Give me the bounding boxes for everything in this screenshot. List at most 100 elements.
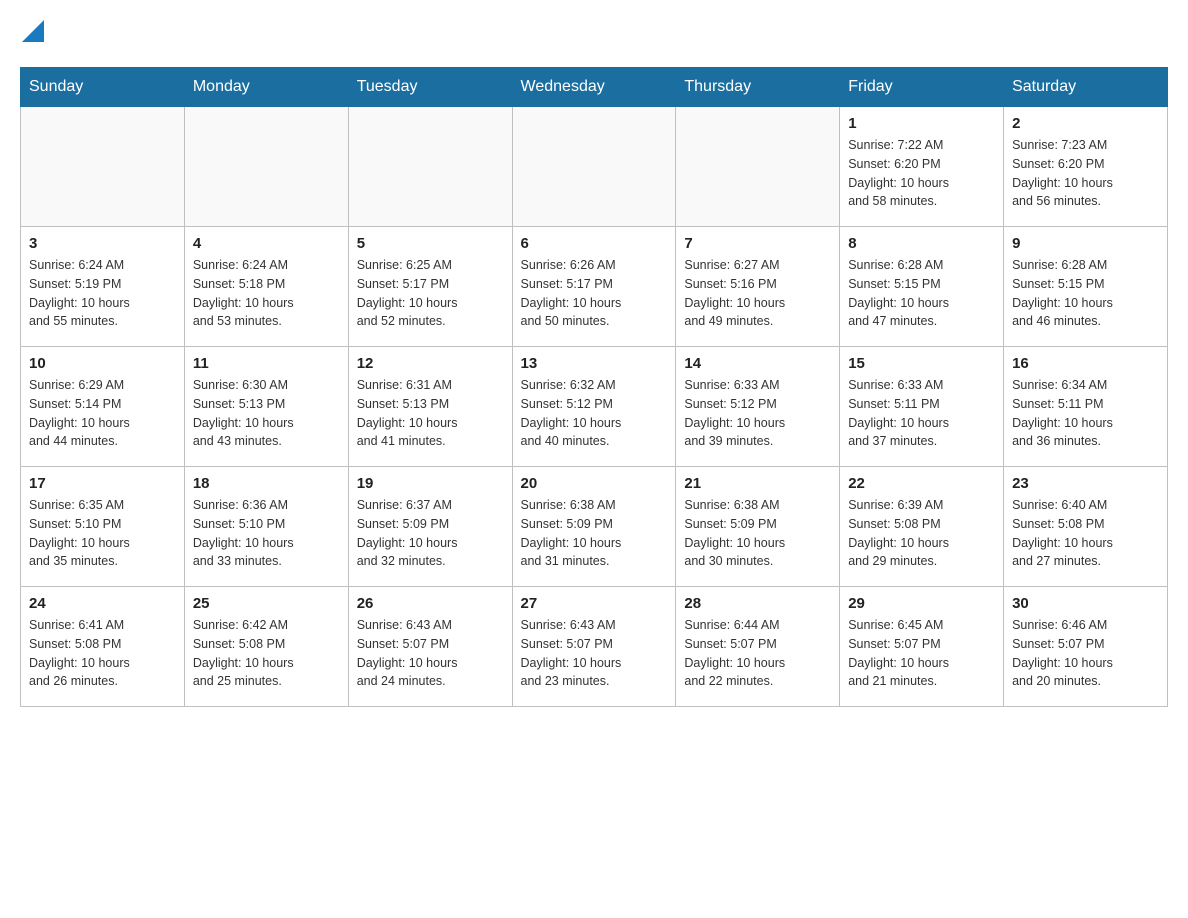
calendar-week-row: 3Sunrise: 6:24 AM Sunset: 5:19 PM Daylig…: [21, 227, 1168, 347]
day-number: 18: [193, 475, 340, 492]
calendar-cell: 19 Sunrise: 6:37 AM Sunset: 5:09 PM Dayli…: [348, 467, 512, 587]
logo: [20, 20, 46, 47]
day-number: 29: [848, 595, 995, 612]
header-friday: Friday: [840, 68, 1004, 107]
day-number: 7: [684, 235, 831, 252]
day-info: Sunrise: 6:30 AM Sunset: 5:13 PM Dayligh…: [193, 376, 340, 451]
day-info: Sunrise: 6:41 AM Sunset: 5:08 PM Dayligh…: [29, 616, 176, 691]
day-number: 27: [521, 595, 668, 612]
day-info: Sunrise: 6:33 AM Sunset: 5:12 PM Dayligh…: [684, 376, 831, 451]
day-number: 8: [848, 235, 995, 252]
calendar-cell: 18 Sunrise: 6:36 AM Sunset: 5:10 PM Dayli…: [184, 467, 348, 587]
day-number: 9: [1012, 235, 1159, 252]
calendar-cell: 11 Sunrise: 6:30 AM Sunset: 5:13 PM Dayli…: [184, 347, 348, 467]
calendar-cell: [184, 107, 348, 227]
day-number: 28: [684, 595, 831, 612]
day-number: 21: [684, 475, 831, 492]
calendar-cell: [21, 107, 185, 227]
day-info: Sunrise: 6:29 AM Sunset: 5:14 PM Dayligh…: [29, 376, 176, 451]
day-number: 26: [357, 595, 504, 612]
calendar-cell: 7 Sunrise: 6:27 AM Sunset: 5:16 PM Daylig…: [676, 227, 840, 347]
calendar-cell: 4 Sunrise: 6:24 AM Sunset: 5:18 PM Daylig…: [184, 227, 348, 347]
day-number: 14: [684, 355, 831, 372]
calendar-table: Sunday Monday Tuesday Wednesday Thursday…: [20, 67, 1168, 707]
day-info: Sunrise: 6:25 AM Sunset: 5:17 PM Dayligh…: [357, 256, 504, 331]
day-info: Sunrise: 6:33 AM Sunset: 5:11 PM Dayligh…: [848, 376, 995, 451]
day-number: 3: [29, 235, 176, 252]
day-info: Sunrise: 6:32 AM Sunset: 5:12 PM Dayligh…: [521, 376, 668, 451]
day-number: 15: [848, 355, 995, 372]
calendar-cell: 26 Sunrise: 6:43 AM Sunset: 5:07 PM Dayli…: [348, 587, 512, 707]
calendar-cell: 27 Sunrise: 6:43 AM Sunset: 5:07 PM Dayli…: [512, 587, 676, 707]
day-info: Sunrise: 6:27 AM Sunset: 5:16 PM Dayligh…: [684, 256, 831, 331]
day-info: Sunrise: 6:38 AM Sunset: 5:09 PM Dayligh…: [684, 496, 831, 571]
day-info: Sunrise: 6:28 AM Sunset: 5:15 PM Dayligh…: [848, 256, 995, 331]
day-info: Sunrise: 6:28 AM Sunset: 5:15 PM Dayligh…: [1012, 256, 1159, 331]
day-number: 2: [1012, 115, 1159, 132]
day-info: Sunrise: 6:38 AM Sunset: 5:09 PM Dayligh…: [521, 496, 668, 571]
header-wednesday: Wednesday: [512, 68, 676, 107]
day-info: Sunrise: 6:36 AM Sunset: 5:10 PM Dayligh…: [193, 496, 340, 571]
day-number: 17: [29, 475, 176, 492]
day-info: Sunrise: 6:26 AM Sunset: 5:17 PM Dayligh…: [521, 256, 668, 331]
calendar-header-row: Sunday Monday Tuesday Wednesday Thursday…: [21, 68, 1168, 107]
day-info: Sunrise: 6:44 AM Sunset: 5:07 PM Dayligh…: [684, 616, 831, 691]
day-number: 24: [29, 595, 176, 612]
day-info: Sunrise: 6:34 AM Sunset: 5:11 PM Dayligh…: [1012, 376, 1159, 451]
day-number: 5: [357, 235, 504, 252]
calendar-cell: 9 Sunrise: 6:28 AM Sunset: 5:15 PM Daylig…: [1004, 227, 1168, 347]
calendar-cell: 29 Sunrise: 6:45 AM Sunset: 5:07 PM Dayli…: [840, 587, 1004, 707]
day-number: 4: [193, 235, 340, 252]
day-info: Sunrise: 6:42 AM Sunset: 5:08 PM Dayligh…: [193, 616, 340, 691]
calendar-week-row: 10 Sunrise: 6:29 AM Sunset: 5:14 PM Dayli…: [21, 347, 1168, 467]
calendar-cell: 21 Sunrise: 6:38 AM Sunset: 5:09 PM Dayli…: [676, 467, 840, 587]
header-monday: Monday: [184, 68, 348, 107]
day-number: 10: [29, 355, 176, 372]
day-number: 19: [357, 475, 504, 492]
day-number: 23: [1012, 475, 1159, 492]
day-number: 6: [521, 235, 668, 252]
day-info: Sunrise: 6:46 AM Sunset: 5:07 PM Dayligh…: [1012, 616, 1159, 691]
calendar-cell: [348, 107, 512, 227]
calendar-cell: 17 Sunrise: 6:35 AM Sunset: 5:10 PM Dayli…: [21, 467, 185, 587]
day-number: 20: [521, 475, 668, 492]
day-info: Sunrise: 6:43 AM Sunset: 5:07 PM Dayligh…: [521, 616, 668, 691]
day-number: 30: [1012, 595, 1159, 612]
day-info: Sunrise: 6:39 AM Sunset: 5:08 PM Dayligh…: [848, 496, 995, 571]
calendar-cell: 8 Sunrise: 6:28 AM Sunset: 5:15 PM Daylig…: [840, 227, 1004, 347]
day-number: 22: [848, 475, 995, 492]
day-info: Sunrise: 6:24 AM Sunset: 5:18 PM Dayligh…: [193, 256, 340, 331]
header-sunday: Sunday: [21, 68, 185, 107]
calendar-cell: 5 Sunrise: 6:25 AM Sunset: 5:17 PM Daylig…: [348, 227, 512, 347]
calendar-cell: 24 Sunrise: 6:41 AM Sunset: 5:08 PM Dayli…: [21, 587, 185, 707]
header-thursday: Thursday: [676, 68, 840, 107]
header: [20, 20, 1168, 47]
calendar-cell: 14 Sunrise: 6:33 AM Sunset: 5:12 PM Dayli…: [676, 347, 840, 467]
calendar-cell: 25 Sunrise: 6:42 AM Sunset: 5:08 PM Dayli…: [184, 587, 348, 707]
day-info: Sunrise: 6:35 AM Sunset: 5:10 PM Dayligh…: [29, 496, 176, 571]
day-info: Sunrise: 6:43 AM Sunset: 5:07 PM Dayligh…: [357, 616, 504, 691]
calendar-cell: 15 Sunrise: 6:33 AM Sunset: 5:11 PM Dayli…: [840, 347, 1004, 467]
day-info: Sunrise: 6:45 AM Sunset: 5:07 PM Dayligh…: [848, 616, 995, 691]
calendar-cell: 20 Sunrise: 6:38 AM Sunset: 5:09 PM Dayli…: [512, 467, 676, 587]
day-info: Sunrise: 6:40 AM Sunset: 5:08 PM Dayligh…: [1012, 496, 1159, 571]
calendar-cell: 1 Sunrise: 7:22 AM Sunset: 6:20 PM Daylig…: [840, 107, 1004, 227]
calendar-week-row: 24 Sunrise: 6:41 AM Sunset: 5:08 PM Dayli…: [21, 587, 1168, 707]
day-info: Sunrise: 6:31 AM Sunset: 5:13 PM Dayligh…: [357, 376, 504, 451]
calendar-cell: 22 Sunrise: 6:39 AM Sunset: 5:08 PM Dayli…: [840, 467, 1004, 587]
day-info: Sunrise: 6:37 AM Sunset: 5:09 PM Dayligh…: [357, 496, 504, 571]
day-number: 12: [357, 355, 504, 372]
calendar-week-row: 17 Sunrise: 6:35 AM Sunset: 5:10 PM Dayli…: [21, 467, 1168, 587]
day-number: 1: [848, 115, 995, 132]
day-info: Sunrise: 7:23 AM Sunset: 6:20 PM Dayligh…: [1012, 136, 1159, 211]
calendar-cell: 12 Sunrise: 6:31 AM Sunset: 5:13 PM Dayli…: [348, 347, 512, 467]
calendar-week-row: 1 Sunrise: 7:22 AM Sunset: 6:20 PM Daylig…: [21, 107, 1168, 227]
calendar-cell: 13 Sunrise: 6:32 AM Sunset: 5:12 PM Dayli…: [512, 347, 676, 467]
day-number: 11: [193, 355, 340, 372]
day-number: 13: [521, 355, 668, 372]
day-number: 25: [193, 595, 340, 612]
day-info: Sunrise: 7:22 AM Sunset: 6:20 PM Dayligh…: [848, 136, 995, 211]
calendar-cell: 23 Sunrise: 6:40 AM Sunset: 5:08 PM Dayli…: [1004, 467, 1168, 587]
calendar-cell: [512, 107, 676, 227]
calendar-cell: 3Sunrise: 6:24 AM Sunset: 5:19 PM Daylig…: [21, 227, 185, 347]
